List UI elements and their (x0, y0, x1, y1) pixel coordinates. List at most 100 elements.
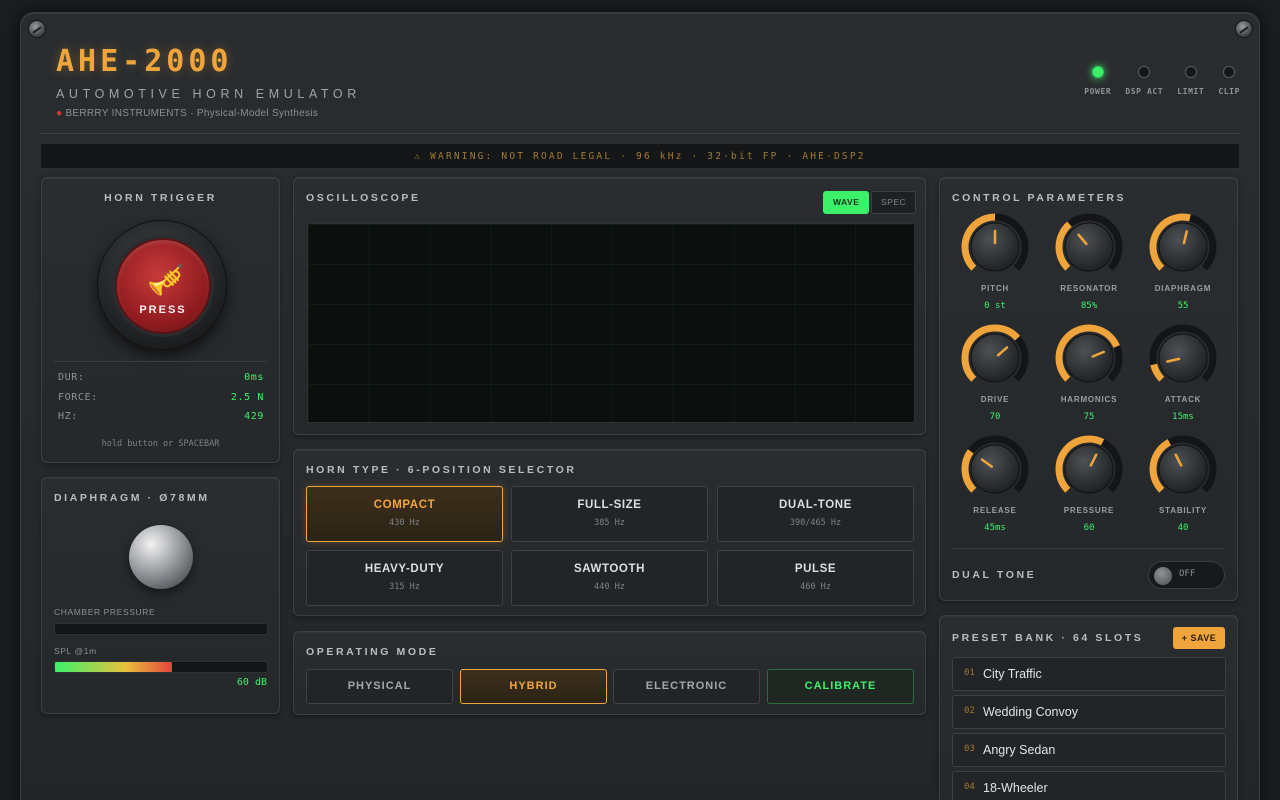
preset-item[interactable]: 03 Angry Sedan (952, 733, 1226, 767)
knob-label: PITCH (981, 284, 1009, 293)
spl-bar (54, 661, 268, 673)
knob-release[interactable]: RELEASE 45ms (959, 433, 1031, 533)
limit-led-icon (1184, 66, 1197, 78)
knob-value: 55 (1177, 301, 1189, 311)
knob-dial-icon (961, 435, 1029, 494)
mode-electronic-button[interactable]: ELECTRONIC (613, 669, 760, 704)
toggle-state: OFF (1179, 569, 1196, 579)
led-dsp-act: DSP ACT (1125, 66, 1163, 96)
knob-label: HARMONICS (1060, 395, 1118, 404)
dual-tone-toggle[interactable]: OFF (1148, 561, 1225, 589)
panel-title: HORN TRIGGER (104, 192, 217, 204)
mode-physical-button[interactable]: PHYSICAL (306, 669, 453, 704)
press-label: PRESS (139, 304, 187, 316)
operating-mode-panel: OPERATING MODE PHYSICAL HYBRID ELECTRONI… (293, 631, 926, 715)
spec-button[interactable]: SPEC (871, 191, 917, 214)
knob-value: 60 (1083, 523, 1095, 533)
horn-type-name: DUAL-TONE (779, 499, 852, 511)
strawberry-icon: ● (56, 108, 63, 119)
knob-dial-icon (1149, 435, 1217, 494)
panel-title: CONTROL PARAMETERS (952, 192, 1127, 204)
horn-type-heavy-duty[interactable]: HEAVY-DUTY 315 Hz (306, 550, 503, 606)
preset-item[interactable]: 04 18-Wheeler (952, 771, 1226, 800)
stat-label: DUR: (58, 372, 85, 383)
knob-label: STABILITY (1159, 506, 1207, 515)
preset-name: City Traffic (983, 667, 1042, 681)
knob-resonator[interactable]: RESONATOR 85% (1053, 211, 1125, 311)
horn-type-name: PULSE (794, 563, 837, 575)
wave-button[interactable]: WAVE (823, 191, 870, 214)
knob-dial-icon (961, 324, 1029, 383)
knob-label: RESONATOR (1060, 284, 1118, 293)
preset-number: 03 (964, 744, 975, 754)
knob-harmonics[interactable]: HARMONICS 75 (1053, 322, 1125, 422)
divider (54, 361, 267, 362)
horn-type-freq: 315 Hz (389, 582, 420, 592)
stat-label: FORCE: (58, 392, 98, 403)
knob-dial-icon (1149, 213, 1217, 272)
knob-value: 75 (1083, 412, 1095, 422)
horn-type-freq: 460 Hz (800, 582, 831, 592)
horn-type-name: COMPACT (373, 499, 436, 511)
led-label: CLIP (1218, 87, 1240, 96)
toggle-knob (1154, 567, 1172, 585)
knob-value: 70 (989, 412, 1001, 422)
spl-label: SPL @1m (54, 646, 97, 656)
status-leds: POWER DSP ACT LIMIT CLIP (1084, 66, 1240, 96)
knob-label: ATTACK (1164, 395, 1202, 404)
header-divider (40, 133, 1240, 134)
preset-number: 04 (964, 782, 975, 792)
horn-type-pulse[interactable]: PULSE 460 Hz (717, 550, 914, 606)
panel-title: OSCILLOSCOPE (306, 192, 421, 204)
preset-item[interactable]: 02 Wedding Convoy (952, 695, 1226, 729)
trumpet-icon: 🎺 (147, 263, 185, 298)
knob-value: 45ms (984, 523, 1006, 533)
horn-type-name: FULL-SIZE (577, 499, 642, 511)
led-limit: LIMIT (1177, 66, 1204, 96)
app-subtitle: AUTOMOTIVE HORN EMULATOR (56, 87, 361, 101)
mode-hybrid-button[interactable]: HYBRID (460, 669, 607, 704)
horn-type-freq: 430 Hz (389, 518, 420, 528)
preset-number: 01 (964, 668, 975, 678)
knob-value: 0 st (984, 301, 1006, 311)
save-preset-button[interactable]: + SAVE (1173, 627, 1225, 649)
horn-trigger-button[interactable]: 🎺 PRESS (115, 238, 211, 334)
horn-type-name: HEAVY-DUTY (364, 563, 445, 575)
knob-value: 15ms (1172, 412, 1194, 422)
calibrate-button[interactable]: CALIBRATE (767, 669, 914, 704)
stat-label: HZ: (58, 411, 78, 422)
panel-title: PRESET BANK · 64 SLOTS (952, 632, 1144, 644)
horn-type-sawtooth[interactable]: SAWTOOTH 440 Hz (511, 550, 708, 606)
led-clip: CLIP (1218, 66, 1240, 96)
stat-duration: DUR: 0ms (58, 372, 264, 383)
preset-bank-panel: PRESET BANK · 64 SLOTS + SAVE 01 City Tr… (939, 615, 1238, 800)
knob-label: DRIVE (980, 395, 1010, 404)
knob-value: 40 (1177, 523, 1189, 533)
horn-type-dual-tone[interactable]: DUAL-TONE 390/465 Hz (717, 486, 914, 542)
spl-fill (55, 662, 172, 672)
app-title: AHE-2000 (56, 44, 233, 79)
knob-dial-icon (1055, 213, 1123, 272)
oscilloscope-display (307, 223, 915, 423)
horn-type-full-size[interactable]: FULL-SIZE 385 Hz (511, 486, 708, 542)
preset-item[interactable]: 01 City Traffic (952, 657, 1226, 691)
led-label: DSP ACT (1125, 87, 1164, 96)
clip-led-icon (1223, 66, 1236, 78)
knob-pitch[interactable]: PITCH 0 st (959, 211, 1031, 311)
horn-trigger-panel: HORN TRIGGER 🎺 PRESS DUR: 0ms FORCE: 2.5… (41, 177, 280, 463)
dsp-led-icon (1138, 66, 1151, 78)
panel-title: OPERATING MODE (306, 646, 439, 658)
knob-dial-icon (1149, 324, 1217, 383)
knob-dial-icon (1055, 435, 1123, 494)
power-led-icon (1091, 66, 1104, 78)
knob-stability[interactable]: STABILITY 40 (1147, 433, 1219, 533)
horn-type-compact[interactable]: COMPACT 430 Hz (306, 486, 503, 542)
preset-name: Angry Sedan (983, 743, 1056, 757)
preset-name: Wedding Convoy (983, 705, 1078, 719)
knob-attack[interactable]: ATTACK 15ms (1147, 322, 1219, 422)
knob-drive[interactable]: DRIVE 70 (959, 322, 1031, 422)
dual-tone-label: DUAL TONE (952, 569, 1037, 581)
knob-pressure[interactable]: PRESSURE 60 (1053, 433, 1125, 533)
control-parameters-panel: CONTROL PARAMETERS PITCH 0 st RESONATOR 85%… (939, 177, 1238, 601)
knob-diaphragm[interactable]: DIAPHRAGM 55 (1147, 211, 1219, 311)
